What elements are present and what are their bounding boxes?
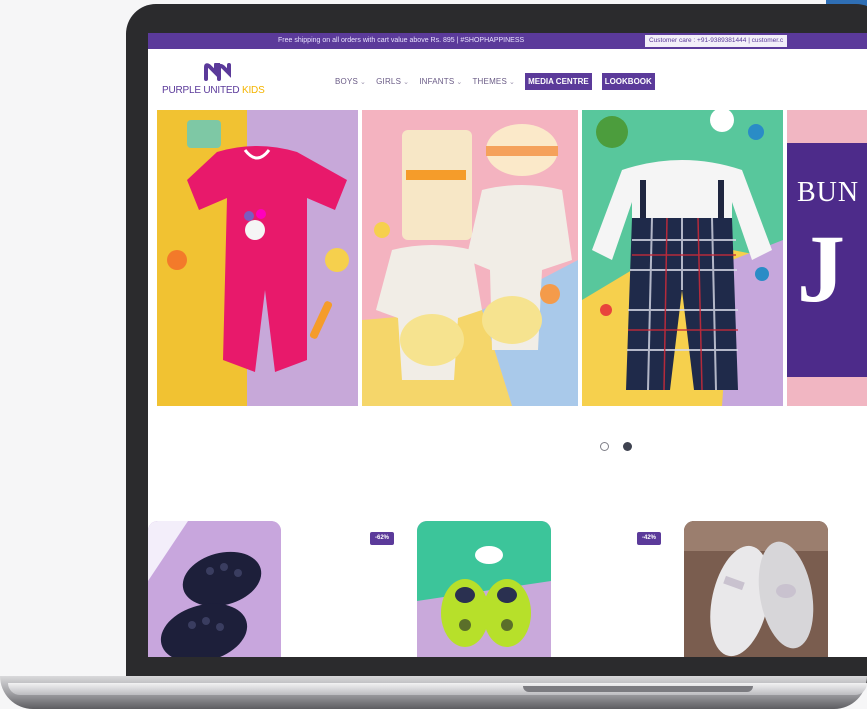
nav-item-label: BOYS [335, 76, 359, 86]
announcement-bar: Free shipping on all orders with cart va… [148, 33, 867, 49]
media-centre-button[interactable]: MEDIA CENTRE [525, 72, 592, 90]
discount-badge: -42% [637, 532, 661, 545]
discount-badge: -62% [370, 532, 394, 545]
shipping-text: Free shipping on all orders with cart va… [278, 37, 525, 44]
brand-logo[interactable]: PURPLE UNITED KIDS [162, 63, 282, 97]
customer-care-text[interactable]: Customer care : +91-9389381444 | custome… [645, 35, 788, 47]
silver-shoes-image [684, 521, 828, 657]
logo-text: PURPLE UNITED KIDS [162, 85, 265, 96]
product-card-clogs-green[interactable] [417, 521, 551, 657]
product-card-clogs-navy[interactable] [148, 521, 281, 657]
hero-image-dungaree [582, 110, 783, 406]
hero-carousel[interactable]: BUN J [148, 110, 867, 406]
gift-set-illustration [362, 110, 578, 406]
logo-text-main: PURPLE UNITED [162, 85, 242, 96]
site-header: PURPLE UNITED KIDS BOYS ⌄ GIRLS ⌄ INFANTS ⌄… [148, 49, 867, 111]
hero-image-romper [157, 110, 358, 406]
logo-mark-icon [204, 63, 231, 81]
romper-illustration [157, 110, 358, 406]
laptop-base-notch [523, 686, 753, 692]
nav-item-label: INFANTS [419, 76, 455, 86]
promo-headline: BUN [797, 177, 860, 208]
chevron-down-icon: ⌄ [360, 78, 367, 86]
chevron-down-icon: ⌄ [456, 78, 463, 86]
nav-item-themes[interactable]: THEMES ⌄ [472, 77, 515, 86]
product-card-ballerina-silver[interactable] [684, 521, 828, 657]
chevron-down-icon: ⌄ [403, 78, 410, 86]
nav-item-boys[interactable]: BOYS ⌄ [335, 77, 366, 86]
lookbook-button[interactable]: LOOKBOOK [601, 72, 655, 90]
promo-banner[interactable]: BUN J [787, 143, 867, 377]
carousel-dots [600, 442, 632, 451]
logo-text-accent: KIDS [242, 85, 265, 96]
carousel-dot-1[interactable] [600, 442, 609, 451]
laptop-screen: Free shipping on all orders with cart va… [148, 33, 867, 657]
navy-clogs-image [148, 521, 281, 657]
nav-item-infants[interactable]: INFANTS ⌄ [419, 77, 462, 86]
nav-item-label: THEMES [472, 76, 508, 86]
chevron-down-icon: ⌄ [509, 78, 516, 86]
green-clogs-image [417, 521, 551, 657]
dungaree-illustration [582, 110, 783, 406]
nav-item-girls[interactable]: GIRLS ⌄ [376, 77, 409, 86]
nav-item-label: GIRLS [376, 76, 402, 86]
carousel-dot-2[interactable] [623, 442, 632, 451]
promo-letter: J [797, 215, 845, 322]
main-nav: BOYS ⌄ GIRLS ⌄ INFANTS ⌄ THEMES ⌄ MEDIA CENT… [335, 71, 655, 91]
hero-image-gift-set [362, 110, 578, 406]
